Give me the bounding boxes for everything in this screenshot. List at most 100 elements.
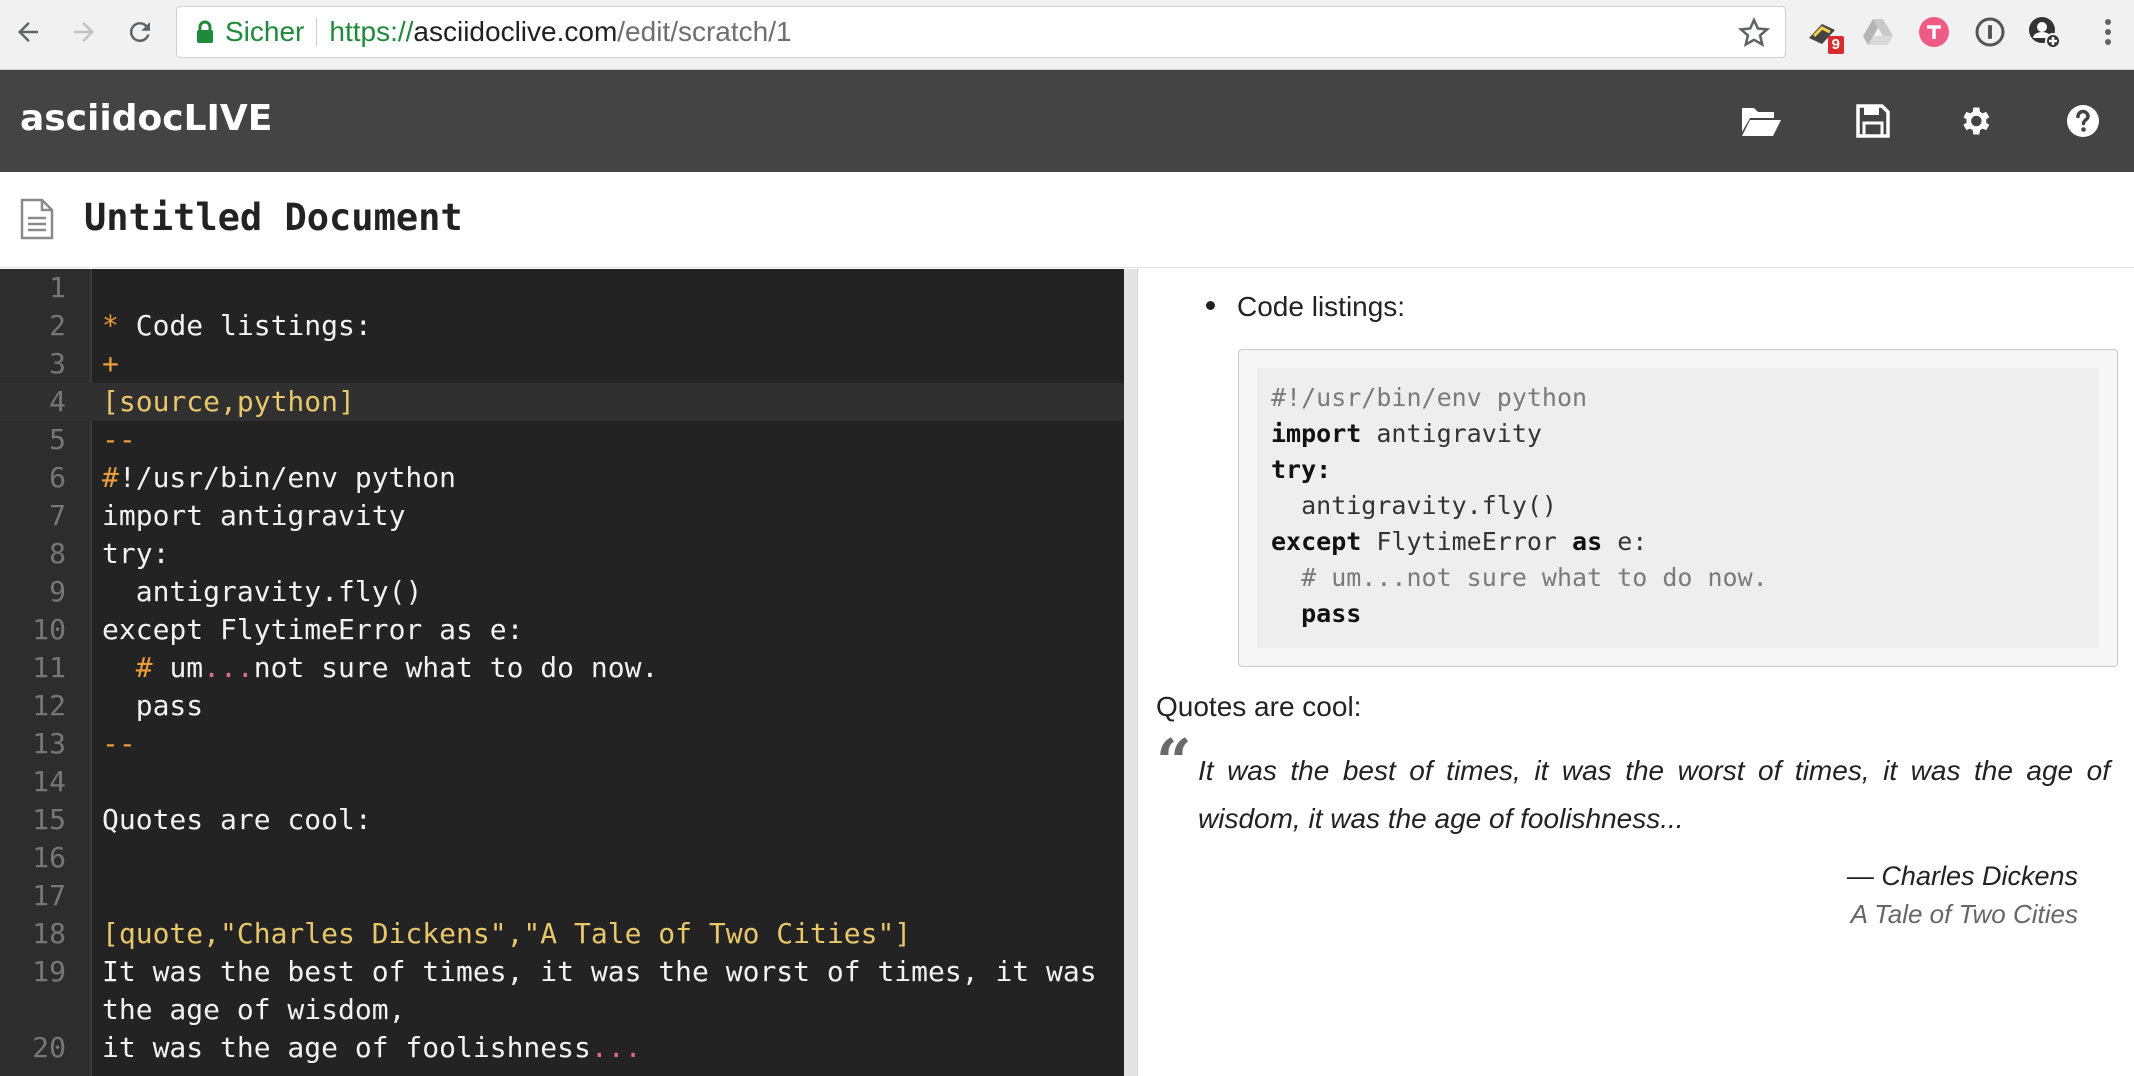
line-number: 5 (49, 423, 66, 456)
code-comment: # um...not sure what to do now. (1271, 563, 1768, 592)
comment-word: um (169, 651, 204, 684)
editor-line[interactable]: 7 import antigravity (0, 497, 1124, 535)
line-body: it was the age of foolishness (102, 1031, 591, 1064)
code-exception-var: e: (1602, 527, 1648, 556)
code-call: antigravity.fly() (1271, 491, 1557, 520)
line-text: it was the age of foolishness... (102, 1029, 1104, 1067)
line-number: 3 (49, 347, 66, 380)
line-number: 9 (49, 575, 66, 608)
secure-label: Sicher (225, 16, 305, 47)
editor-line[interactable]: 18 [quote,"Charles Dickens","A Tale of Tw… (0, 915, 1124, 953)
drive-extension-button[interactable] (1860, 14, 1896, 50)
paragraph: Quotes are cool: (1156, 691, 1362, 722)
line-text: #!/usr/bin/env python (102, 459, 1104, 497)
line-number: 4 (49, 385, 66, 418)
gear-icon (1963, 107, 1990, 135)
line-number: 17 (32, 879, 66, 912)
editor-line[interactable]: 19 It was the best of times, it was the w… (0, 953, 1124, 1029)
reload-button[interactable] (120, 12, 160, 52)
app-header: asciidocLIVE (0, 70, 2134, 172)
url-path: /edit/scratch/1 (617, 16, 792, 47)
line-number: 18 (32, 917, 66, 950)
app-brand[interactable]: asciidocLIVE (20, 98, 272, 139)
line-number: 13 (32, 727, 66, 760)
line-number: 11 (32, 651, 66, 684)
bullet-dot (1206, 301, 1215, 311)
editor-line[interactable]: 15 Quotes are cool: (0, 801, 1124, 839)
quote-mark-icon: “ (1156, 725, 1192, 798)
preview-pane: Code listings: #!/usr/bin/env python imp… (1138, 269, 2134, 1076)
editor-line[interactable]: 20 it was the age of foolishness... (0, 1029, 1124, 1067)
line-text: -- (102, 423, 136, 456)
more-vertical-icon (2105, 19, 2111, 45)
pink-extension-button[interactable] (1916, 14, 1952, 50)
editor-line-active[interactable]: 4 [source,python] (0, 383, 1124, 421)
open-button[interactable] (1736, 96, 1786, 146)
forward-button[interactable] (64, 12, 104, 52)
editor-lines: 1 2 * Code listings: 3 + 4 [source,python] … (0, 269, 1124, 1067)
pink-extension-icon (1919, 17, 1949, 47)
settings-button[interactable] (1950, 96, 2000, 146)
editor-line[interactable]: 13 -- (0, 725, 1124, 763)
line-text: pass (102, 689, 204, 722)
line-number: 2 (49, 309, 66, 342)
editor-line[interactable]: 17 (0, 877, 1124, 915)
browser-menu-button[interactable] (2090, 14, 2126, 50)
line-number: 20 (32, 1031, 66, 1064)
line-number: 8 (49, 537, 66, 570)
editor-line[interactable]: 6 #!/usr/bin/env python (0, 459, 1124, 497)
code-listing: #!/usr/bin/env python import antigravity… (1257, 368, 2099, 648)
arrow-left-icon (18, 22, 38, 42)
line-number: 1 (49, 271, 66, 304)
editor-line[interactable]: 12 pass (0, 687, 1124, 725)
line-text: except FlytimeError as e: (102, 613, 524, 646)
editor-line[interactable]: 1 (0, 269, 1124, 307)
address-separator (316, 17, 318, 47)
help-icon (2067, 105, 2099, 137)
password-manager-icon (1975, 17, 2005, 47)
code-keyword-pass: pass (1301, 599, 1362, 628)
editor-line[interactable]: 10 except FlytimeError as e: (0, 611, 1124, 649)
address-bar[interactable]: Sicher https://asciidoclive.com/edit/scr… (176, 6, 1786, 58)
code-keyword-import: import (1271, 419, 1362, 448)
extension-button[interactable]: 9 (1804, 14, 1844, 54)
help-button[interactable] (2058, 96, 2108, 146)
source-editor[interactable]: 1 2 * Code listings: 3 + 4 [source,python] … (0, 269, 1124, 1076)
url-host: asciidoclive.com (413, 16, 618, 47)
editor-line[interactable]: 9 antigravity.fly() (0, 573, 1124, 611)
comment-rest: not sure what to do now. (253, 651, 659, 684)
save-button[interactable] (1848, 96, 1898, 146)
code-keyword-as: as (1572, 527, 1603, 556)
editor-line[interactable]: 5 -- (0, 421, 1124, 459)
line-number: 16 (32, 841, 66, 874)
line-text: -- (102, 727, 136, 760)
back-button[interactable] (8, 12, 48, 52)
document-title-bar: Untitled Document (0, 172, 2134, 268)
document-title[interactable]: Untitled Document (84, 196, 463, 239)
code-keyword-except: except (1271, 527, 1362, 556)
bookmark-star-icon[interactable] (1737, 16, 1771, 50)
line-number: 15 (32, 803, 66, 836)
line-number: 19 (32, 955, 66, 988)
password-extension-button[interactable] (1972, 14, 2008, 50)
code-keyword-try: try: (1271, 455, 1332, 484)
editor-line[interactable]: 2 * Code listings: (0, 307, 1124, 345)
pane-splitter[interactable] (1124, 269, 1138, 1076)
browser-chrome: Sicher https://asciidoclive.com/edit/scr… (0, 0, 2134, 70)
hash-char: # (102, 461, 119, 494)
list-text: Code listings: (135, 309, 372, 342)
account-extension-button[interactable] (2026, 14, 2062, 50)
line-number: 7 (49, 499, 66, 532)
quote-attribution: — Charles Dickens A Tale of Two Cities (1847, 857, 2078, 933)
editor-line[interactable]: 8 try: (0, 535, 1124, 573)
ellipsis: ... (590, 1031, 642, 1064)
editor-line[interactable]: 14 (0, 763, 1124, 801)
editor-line[interactable]: 3 + (0, 345, 1124, 383)
save-icon (1856, 104, 1890, 138)
reload-icon (129, 22, 150, 43)
line-number: 14 (32, 765, 66, 798)
editor-line[interactable]: 16 (0, 839, 1124, 877)
editor-line[interactable]: 11 # um...not sure what to do now. (0, 649, 1124, 687)
line-text: [source,python] (102, 385, 355, 418)
quote-author: — Charles Dickens (1846, 861, 2078, 891)
